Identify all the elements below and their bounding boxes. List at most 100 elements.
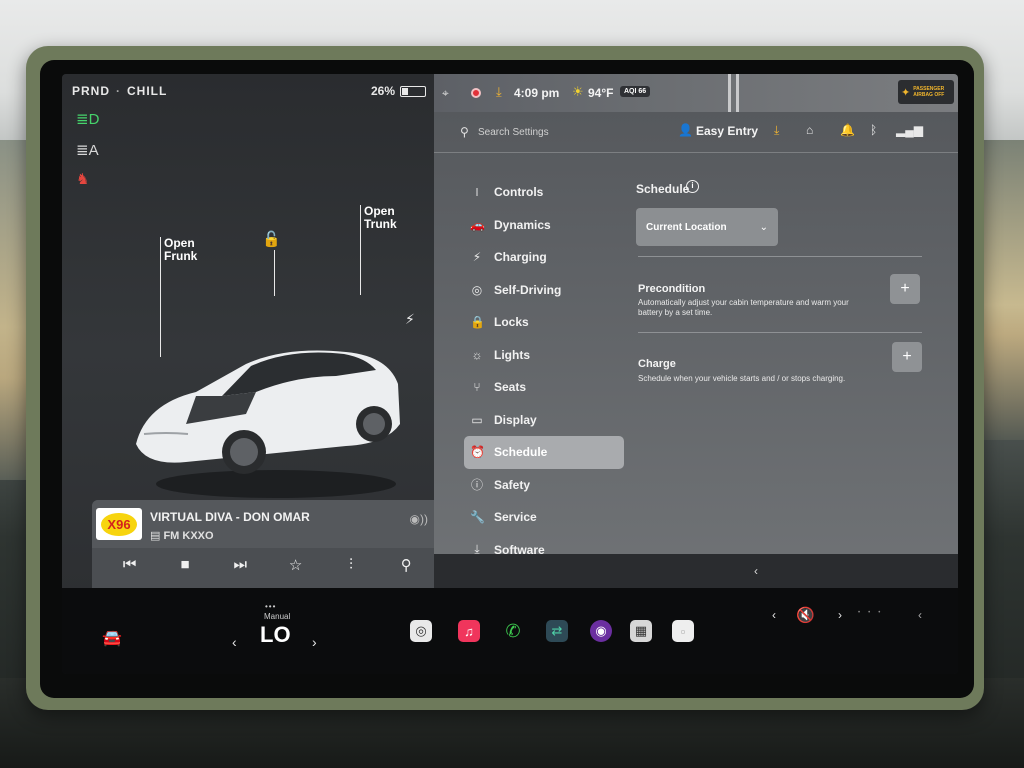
map-icon[interactable]: ⌖ (442, 86, 449, 101)
bluetooth-icon[interactable]: ᛒ (870, 123, 877, 137)
music-app-icon[interactable]: ♫ (458, 620, 480, 642)
open-frunk-label: Open Frunk (164, 236, 198, 263)
now-playing[interactable]: X96 VIRTUAL DIVA - DON OMAR ▤ FM KXXO ◉)… (92, 500, 444, 548)
camera-app-icon[interactable]: ◎ (410, 620, 432, 642)
info-icon: ⓘ (470, 478, 483, 493)
battery-status: 26% (371, 84, 426, 98)
notification-bell-icon[interactable]: 🔔 (840, 123, 855, 137)
auto-high-beam-icon: ≣A (76, 142, 99, 159)
menu-item-schedule[interactable]: ⏰ Schedule (464, 436, 624, 469)
volume-right-icon[interactable]: › (838, 608, 842, 622)
clock: 4:09 pm (514, 86, 560, 100)
software-update-icon[interactable]: ⤓ (496, 84, 502, 100)
menu-item-locks[interactable]: 🔒 Locks (464, 306, 624, 339)
menu-item-label: Locks (494, 315, 529, 330)
menu-item-service[interactable]: 🔧 Service (464, 501, 624, 534)
menu-item-label: Display (494, 412, 537, 427)
climate-mode: Manual (264, 612, 291, 621)
download-icon[interactable]: ⤓ (774, 123, 779, 138)
charge-description: Schedule when your vehicle starts and / … (638, 374, 846, 383)
app-grid-icon[interactable]: ▦ (630, 620, 652, 642)
blank-app-icon[interactable]: ▫ (672, 620, 694, 642)
climate-temperature[interactable]: LO (260, 622, 291, 648)
toggle-icon: ⏽ (472, 184, 482, 199)
stop-icon[interactable]: ■ (171, 556, 199, 574)
add-precondition-button[interactable]: + (890, 274, 920, 304)
menu-item-self-driving[interactable]: ◎ Self-Driving (464, 274, 624, 307)
drive-mode: CHILL (127, 84, 168, 98)
purple-app-icon[interactable]: ◉ (590, 620, 612, 642)
media-search-icon[interactable]: ⚲ (392, 556, 420, 574)
menu-item-label: Charging (494, 250, 547, 265)
precondition-title: Precondition (638, 283, 706, 295)
driver-profile-icon[interactable]: 👤 (678, 123, 693, 137)
car-icon[interactable]: 🚘 (102, 628, 122, 648)
menu-item-seats[interactable]: ⑂ Seats (464, 371, 624, 404)
outside-temperature: 94°F (588, 86, 614, 100)
charge-title: Charge (638, 358, 676, 370)
open-trunk-button[interactable]: Open Trunk (364, 205, 397, 231)
schedule-title: Schedule (636, 182, 690, 196)
sun-icon: ☼ (471, 347, 483, 362)
previous-track-icon[interactable]: ⏮ (116, 556, 144, 574)
seat-icon: ⑂ (473, 380, 481, 395)
wrench-icon: 🔧 (470, 510, 485, 525)
location-value: Current Location (646, 221, 727, 233)
menu-item-safety[interactable]: ⓘ Safety (464, 469, 624, 502)
settings-panel: ⚲ 👤 Easy Entry ⤓ ⌂ 🔔 ᛒ ▂▄▆ ⏽ Controls 🚗 Dyn… (434, 112, 958, 589)
menu-item-dynamics[interactable]: 🚗 Dynamics (464, 209, 624, 242)
chevron-left-icon[interactable]: ‹ (754, 564, 758, 578)
top-status-bar: ⌖ ⤓ 4:09 pm ☀ 94°F AQI 66 ✦ PASSENGER AI… (434, 74, 958, 112)
media-controls: ⏮ ■ ⏭ ☆ ⫶ ⚲ (92, 556, 444, 574)
driver-profile-name[interactable]: Easy Entry (696, 124, 758, 138)
seatbelt-warning-icon: ♞ (76, 171, 90, 188)
battery-percent: 26% (370, 84, 395, 98)
bottom-dock: 🚘 ‹ ••• Manual LO › ◎ ♫ ✆ ⇄ ◉ ▦ ▫ ‹ 🔇 › … (62, 588, 958, 674)
track-title: VIRTUAL DIVA - DON OMAR (150, 510, 310, 524)
air-quality-badge: AQI 66 (620, 86, 651, 97)
menu-item-lights[interactable]: ☼ Lights (464, 339, 624, 372)
unlock-icon[interactable]: 🔓 (262, 230, 281, 248)
menu-item-label: Dynamics (494, 217, 551, 232)
row-divider (638, 332, 922, 333)
add-charge-button[interactable]: + (892, 342, 922, 372)
car-model-image[interactable] (126, 284, 406, 504)
volume-level: ••• (858, 610, 889, 616)
info-icon[interactable]: i (686, 180, 699, 193)
location-dropdown[interactable]: Current Location ⌄ (636, 208, 778, 246)
settings-menu: ⏽ Controls 🚗 Dynamics ⚡ Charging ◎ Self-Driving… (464, 176, 624, 599)
favorite-star-icon[interactable]: ☆ (282, 556, 310, 574)
menu-item-label: Self-Driving (494, 282, 562, 297)
menu-item-label: Seats (494, 380, 527, 395)
chevron-up-icon[interactable]: ‹ (918, 608, 922, 622)
phone-app-icon[interactable]: ✆ (502, 620, 524, 642)
open-trunk-label: Open Trunk (364, 204, 397, 231)
shuffle-app-icon[interactable]: ⇄ (546, 620, 568, 642)
airbag-icon: ✦ (901, 86, 911, 99)
lte-signal-icon[interactable]: ▂▄▆ (896, 123, 923, 137)
menu-item-controls[interactable]: ⏽ Controls (464, 176, 624, 209)
search-icon: ⚲ (460, 125, 469, 139)
temperature-down-icon[interactable]: ‹ (232, 634, 237, 650)
clock-icon: ⏰ (470, 445, 485, 460)
open-frunk-button[interactable]: Open Frunk (164, 237, 197, 263)
radio-source-icon[interactable]: ◉)) (410, 512, 428, 526)
weather-sun-icon: ☀ (572, 84, 584, 99)
bolt-icon: ⚡ (472, 250, 482, 265)
menu-item-charging[interactable]: ⚡ Charging (464, 241, 624, 274)
volume-left-icon[interactable]: ‹ (772, 608, 776, 622)
next-track-icon[interactable]: ⏭ (226, 556, 254, 574)
dashcam-record-icon[interactable] (471, 88, 481, 98)
menu-item-label: Lights (494, 347, 530, 362)
menu-item-label: Safety (494, 477, 531, 492)
climate-dots: ••• (265, 602, 277, 611)
home-icon[interactable]: ⌂ (806, 123, 813, 137)
charge-port-icon[interactable]: ⚡ (405, 311, 415, 328)
search-settings-input[interactable] (478, 124, 638, 140)
headlights-on-icon: ≣D (76, 111, 100, 128)
equalizer-icon[interactable]: ⫶ (337, 556, 365, 574)
volume-mute-icon[interactable]: 🔇 (796, 606, 815, 624)
passenger-airbag-status: ✦ PASSENGER AIRBAG OFF (898, 80, 954, 104)
menu-item-display[interactable]: ▭ Display (464, 404, 624, 437)
temperature-up-icon[interactable]: › (312, 634, 317, 650)
